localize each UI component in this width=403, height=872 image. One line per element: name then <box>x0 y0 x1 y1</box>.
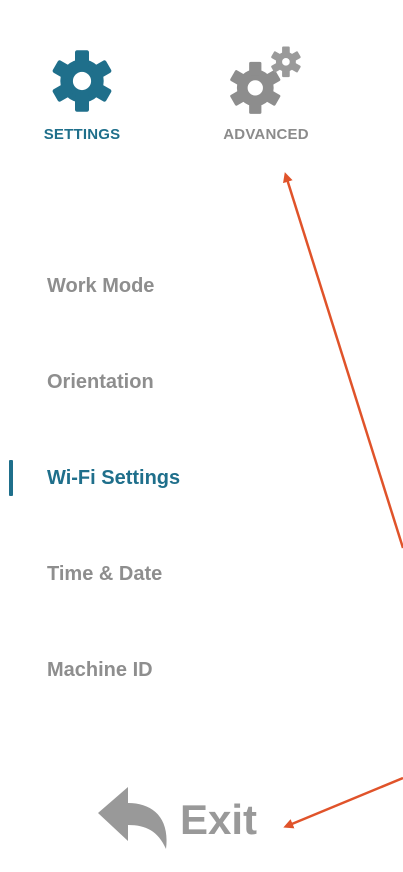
annotation-arrow-exit <box>283 776 403 829</box>
tab-advanced[interactable]: ADVANCED <box>201 40 331 143</box>
menu-item-label: Machine ID <box>47 658 153 681</box>
tab-advanced-label: ADVANCED <box>223 126 309 143</box>
menu-item-time-date[interactable]: Time & Date <box>0 526 403 622</box>
menu-item-label: Work Mode <box>47 274 155 297</box>
menu-item-label: Wi-Fi Settings <box>47 466 181 489</box>
exit-label: Exit <box>180 796 258 843</box>
undo-arrow-icon <box>92 783 174 858</box>
gears-icon <box>220 40 312 122</box>
menu-item-label: Orientation <box>47 370 154 393</box>
menu-item-machine-id[interactable]: Machine ID <box>0 622 403 718</box>
tab-settings-label: SETTINGS <box>43 126 121 143</box>
tab-settings[interactable]: SETTINGS <box>17 40 147 143</box>
active-indicator <box>9 460 13 496</box>
menu-item-work-mode[interactable]: Work Mode <box>0 238 403 334</box>
settings-screen: SETTINGS ADVANCED Work Mode Orientation … <box>0 0 403 872</box>
gear-icon <box>47 40 117 122</box>
settings-menu: Work Mode Orientation Wi-Fi Settings Tim… <box>0 238 403 718</box>
menu-item-label: Time & Date <box>47 562 163 585</box>
menu-item-wifi-settings[interactable]: Wi-Fi Settings <box>0 430 403 526</box>
exit-button[interactable]: Exit <box>92 770 257 870</box>
menu-item-orientation[interactable]: Orientation <box>0 334 403 430</box>
